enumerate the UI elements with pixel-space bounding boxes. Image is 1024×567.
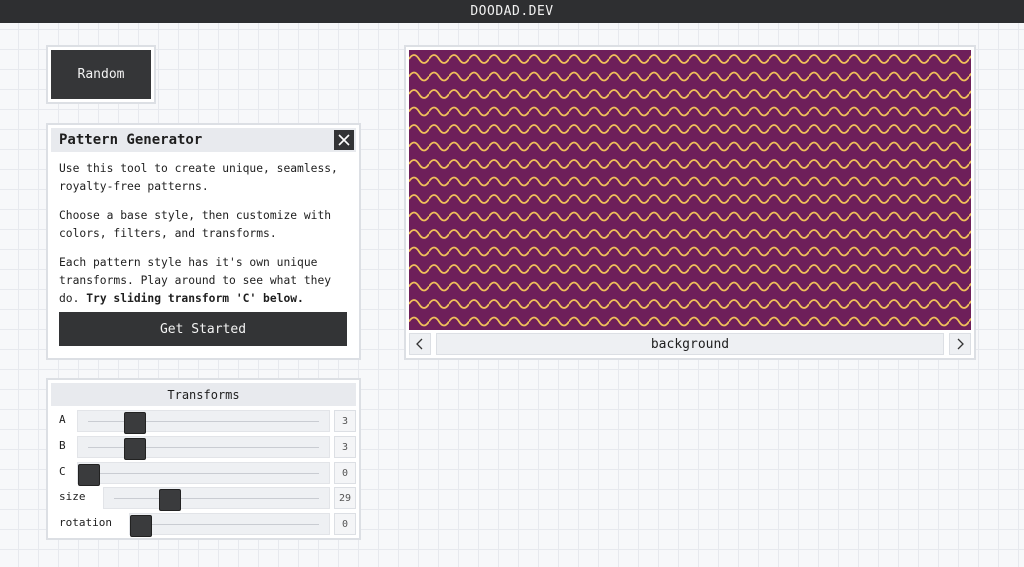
- app-header: DOODAD.DEV: [0, 0, 1024, 23]
- transform-slider-rotation[interactable]: [129, 513, 330, 537]
- transform-label: rotation: [59, 516, 112, 529]
- slider-thumb[interactable]: [78, 464, 100, 486]
- intro-text: Use this tool to create unique, seamless…: [51, 152, 356, 308]
- close-icon: [338, 134, 350, 146]
- transform-row-a: A 3: [51, 410, 356, 434]
- transform-label: B: [59, 439, 66, 452]
- slider-track-line: [88, 447, 319, 448]
- transform-slider-b[interactable]: [77, 436, 330, 460]
- intro-paragraph: Each pattern style has it's own unique t…: [59, 254, 350, 308]
- transform-row-c: C 0: [51, 462, 356, 486]
- transforms-title: Transforms: [51, 383, 356, 406]
- transform-value: 3: [334, 436, 356, 458]
- slider-track-line: [88, 473, 319, 474]
- random-button[interactable]: Random: [51, 50, 151, 99]
- panel-title: Pattern Generator: [51, 128, 356, 152]
- slider-thumb[interactable]: [159, 489, 181, 511]
- get-started-button[interactable]: Get Started: [59, 312, 347, 346]
- layer-label: background: [436, 333, 944, 355]
- intro-paragraph: Choose a base style, then customize with…: [59, 209, 332, 240]
- transform-value: 0: [334, 462, 356, 484]
- intro-emphasis: Try sliding transform 'C' below.: [86, 292, 304, 305]
- prev-layer-button[interactable]: [409, 333, 431, 355]
- slider-thumb[interactable]: [124, 438, 146, 460]
- transform-slider-a[interactable]: [77, 410, 330, 434]
- transform-row-b: B 3: [51, 436, 356, 460]
- close-button[interactable]: [332, 128, 356, 152]
- chevron-left-icon: [416, 338, 423, 350]
- intro-paragraph: Use this tool to create unique, seamless…: [59, 162, 338, 193]
- pattern-wave-layer: [409, 50, 971, 330]
- layer-nav: background: [409, 333, 971, 355]
- transform-value: 3: [334, 410, 356, 432]
- transform-slider-size[interactable]: [103, 487, 330, 511]
- slider-thumb[interactable]: [124, 412, 146, 434]
- transform-row-rotation: rotation 0: [51, 513, 356, 537]
- pattern-generator-panel: Pattern Generator Use this tool to creat…: [46, 123, 361, 360]
- transforms-panel: Transforms A 3 B 3 C 0 size 29 rotation …: [46, 378, 361, 540]
- slider-track-line: [140, 524, 319, 525]
- site-title: DOODAD.DEV: [470, 4, 554, 19]
- transform-value: 0: [334, 513, 356, 535]
- random-panel: Random: [46, 45, 156, 104]
- next-layer-button[interactable]: [949, 333, 971, 355]
- slider-track-line: [88, 421, 319, 422]
- chevron-right-icon: [957, 338, 964, 350]
- slider-thumb[interactable]: [130, 515, 152, 537]
- slider-track-line: [114, 498, 319, 499]
- transform-value: 29: [334, 487, 356, 509]
- pattern-preview: [409, 50, 971, 330]
- transform-row-size: size 29: [51, 487, 356, 511]
- pattern-preview-panel: background: [404, 45, 976, 360]
- transform-label: C: [59, 465, 66, 478]
- transform-slider-c[interactable]: [77, 462, 330, 486]
- transform-label: A: [59, 413, 66, 426]
- transform-label: size: [59, 490, 86, 503]
- pattern-generator-title: Pattern Generator: [59, 132, 203, 148]
